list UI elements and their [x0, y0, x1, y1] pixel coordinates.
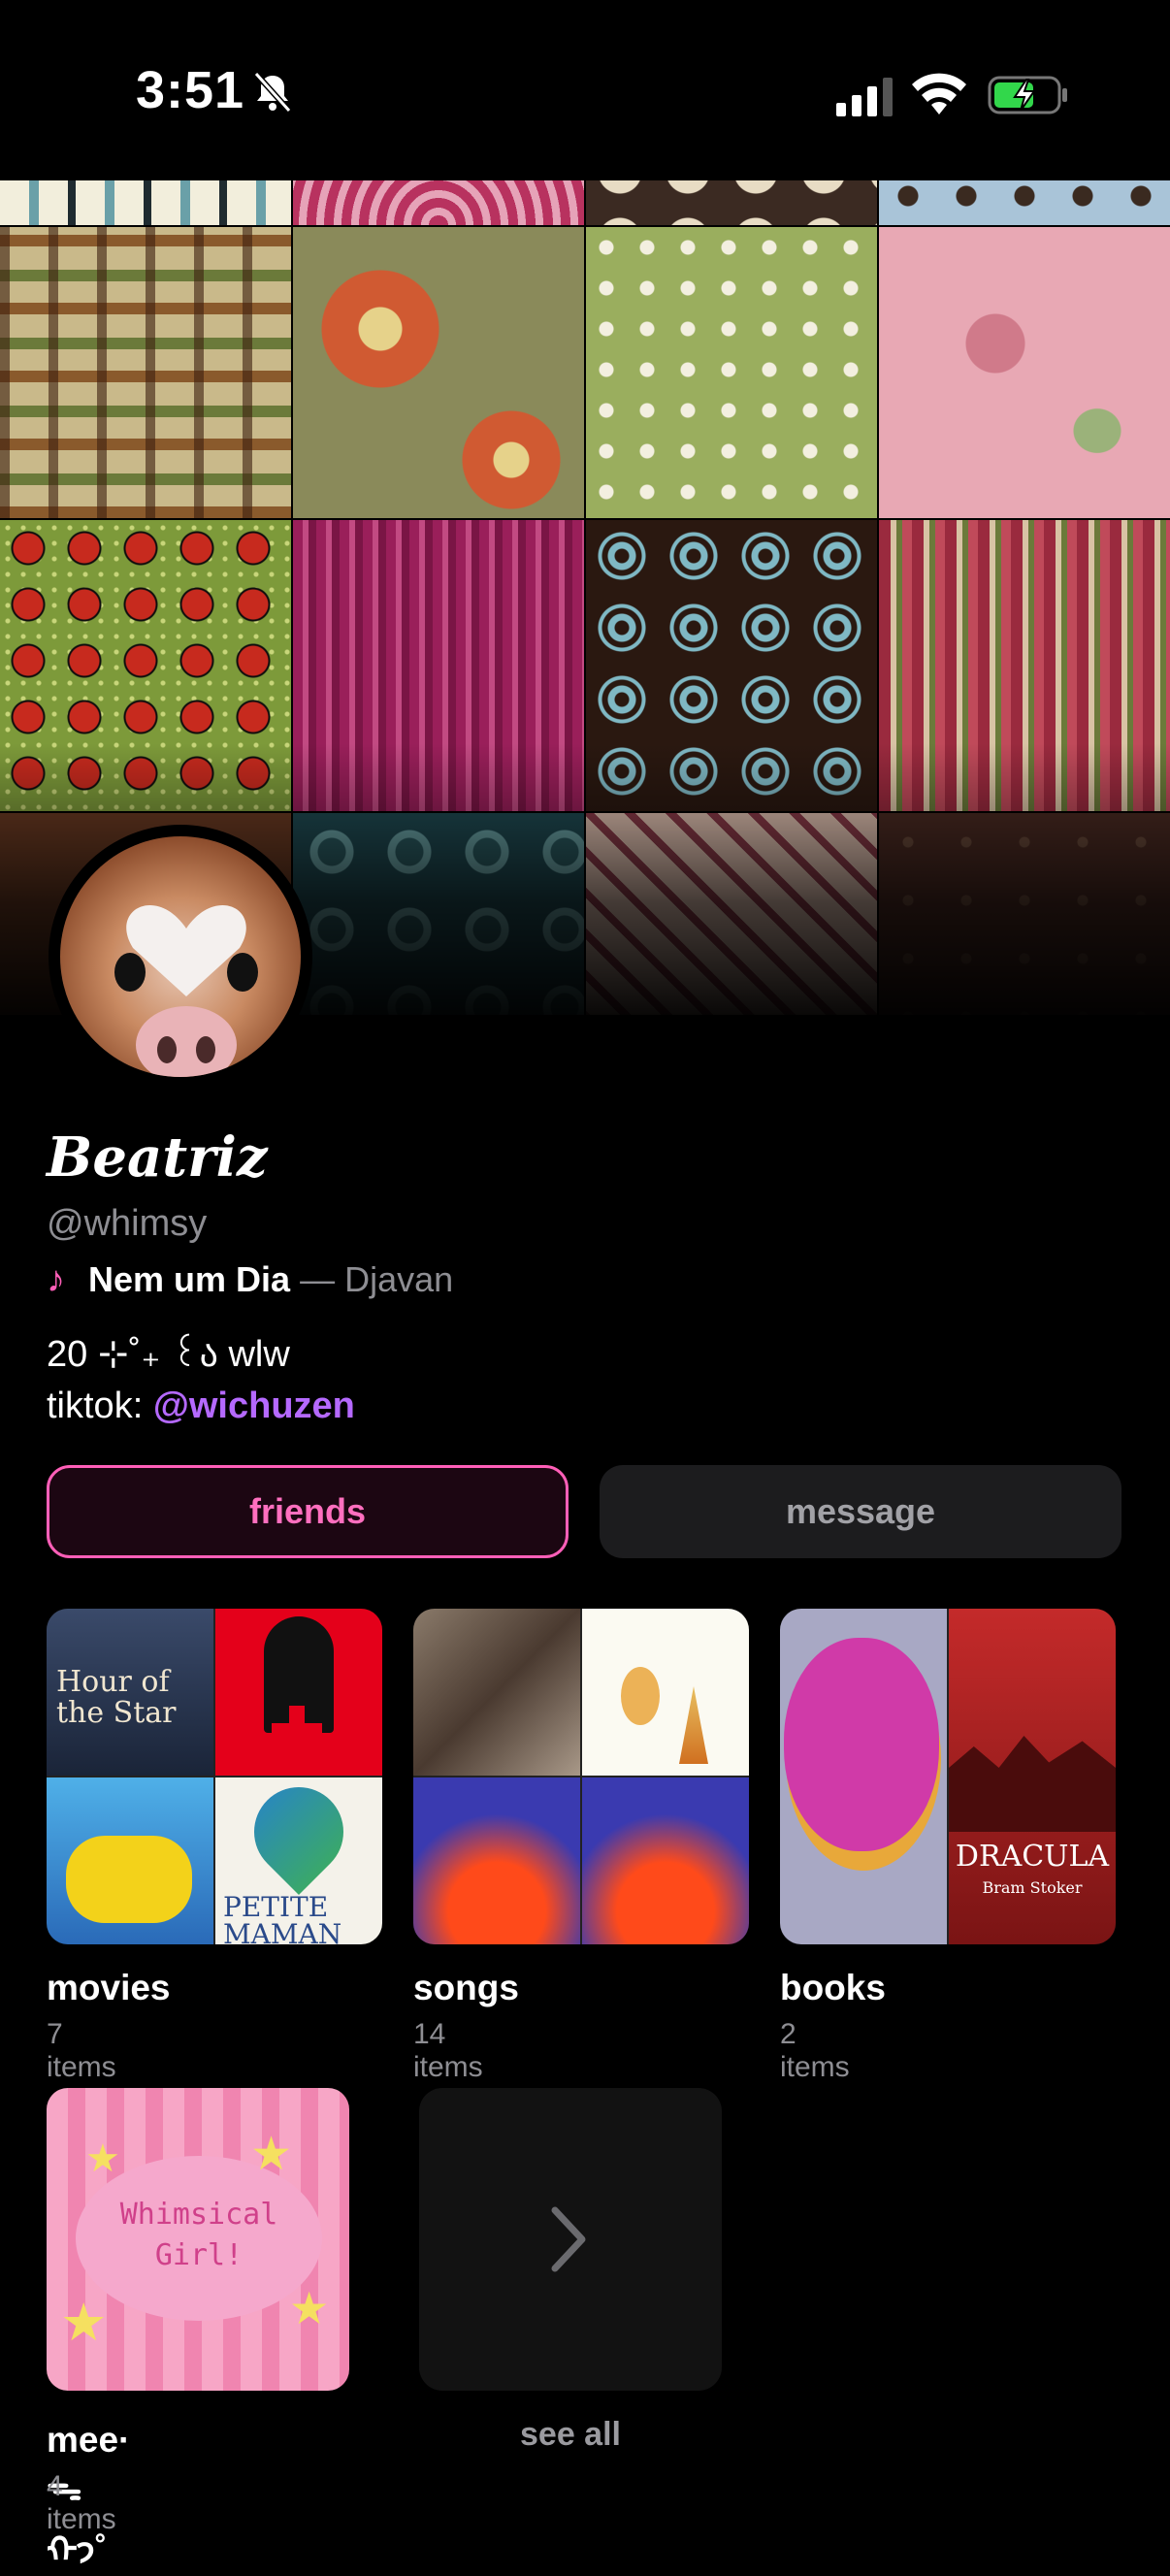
song-separator: —	[290, 1259, 345, 1299]
cellular-signal-icon	[836, 78, 893, 116]
movies-cover[interactable]: Hour of the Star PETITE MAMAN	[47, 1609, 382, 1944]
book-title-dracula: DRACULA	[955, 1840, 1110, 1874]
now-playing[interactable]: ♪ Nem um Dia — Djavan	[47, 1259, 453, 1301]
collection-count: 14 items	[413, 2018, 483, 2083]
chevron-right-icon	[551, 2206, 586, 2272]
status-time: 3:51	[136, 61, 245, 119]
collection-count: 4 items	[47, 2470, 116, 2535]
calf-heart-image	[114, 905, 258, 1077]
profile-avatar[interactable]	[49, 825, 312, 1089]
song-title: Nem um Dia	[88, 1259, 291, 1299]
collection-count: 7 items	[47, 2018, 116, 2083]
book-author: Bram Stoker	[982, 1878, 1083, 1897]
display-name: Beatriz	[47, 1125, 268, 1190]
songs-cover[interactable]	[413, 1609, 749, 1944]
see-all-card[interactable]	[419, 2088, 722, 2391]
wifi-icon	[912, 73, 966, 114]
collection-title: books	[780, 1968, 886, 2007]
tiktok-line: tiktok: @wichuzen	[47, 1386, 355, 1427]
whimsical-girl-text: Whimsical Girl!	[119, 2198, 278, 2272]
movie-poster-hour-star: Hour of the Star	[56, 1665, 177, 1730]
mee-cover[interactable]: Whimsical Girl! ★ ★ ★ ★	[47, 2088, 349, 2391]
bell-slash-icon	[253, 71, 292, 114]
status-bar: 3:51	[0, 0, 1170, 180]
message-button[interactable]: message	[600, 1465, 1121, 1558]
collection-title: songs	[413, 1968, 519, 2007]
tiktok-link[interactable]: @wichuzen	[153, 1386, 355, 1426]
books-cover[interactable]: DRACULA Bram Stoker	[780, 1609, 1116, 1944]
song-artist: Djavan	[344, 1259, 454, 1299]
bio-line: 20 ⊹˚₊ ꒰ა wlw	[47, 1334, 290, 1375]
music-note-icon: ♪	[47, 1259, 65, 1300]
collection-count: 2 items	[780, 2018, 850, 2083]
username-handle: @whimsy	[47, 1203, 208, 1244]
collection-title: movies	[47, 1968, 171, 2007]
movie-poster-petite-maman: PETITE MAMAN	[223, 1891, 342, 1945]
see-all-label[interactable]: see all	[419, 2416, 722, 2454]
battery-charging-icon	[988, 76, 1067, 114]
tiktok-prefix: tiktok:	[47, 1386, 153, 1426]
friends-button[interactable]: friends	[47, 1465, 569, 1558]
